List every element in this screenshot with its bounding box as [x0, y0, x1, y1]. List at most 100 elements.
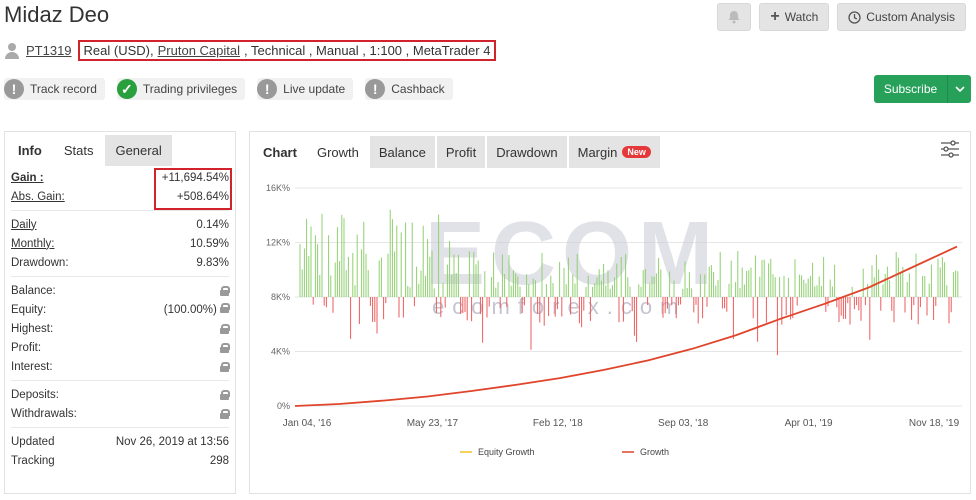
stat-label: Daily [11, 218, 37, 231]
stat-value: 0.14% [196, 218, 229, 231]
account-details: Real (USD), Pruton Capital , Technical ,… [77, 40, 497, 61]
stats-rows: Gain : +11,694.54% Abs. Gain: +508.64% D… [5, 168, 235, 470]
tab-drawdown[interactable]: Drawdown [487, 136, 567, 168]
exclamation-icon: ! [257, 79, 278, 99]
stat-daily: Daily 0.14% [11, 215, 229, 234]
exclamation-icon: ! [365, 79, 386, 99]
badge-label: Trading privileges [142, 82, 238, 96]
watermark-site: ecomforex.com [432, 294, 686, 319]
stat-balance: Balance: [11, 281, 230, 300]
stat-monthly: Monthly: 10.59% [11, 234, 229, 253]
chart-panel: Chart Growth Balance Profit Drawdown Mar… [249, 131, 971, 494]
check-icon: ✓ [116, 79, 137, 99]
stat-updated: Updated Nov 26, 2019 at 13:56 [11, 432, 229, 451]
watch-label: Watch [784, 10, 819, 24]
stat-withdrawals: Withdrawals: [11, 404, 230, 423]
stat-label: Equity: [11, 303, 47, 316]
broker-link[interactable]: Pruton Capital [158, 43, 240, 58]
stat-label: Abs. Gain: [11, 190, 65, 203]
badges: ! Track record ✓ Trading privileges ! Li… [4, 78, 453, 100]
custom-analysis-button[interactable]: Custom Analysis [837, 3, 966, 31]
stat-label: Updated [11, 435, 55, 448]
tab-profit[interactable]: Profit [436, 136, 486, 168]
stat-tracking: Tracking 298 [11, 451, 229, 470]
stat-label: Gain : [11, 171, 44, 184]
y-tick-label: 4K% [271, 347, 290, 357]
y-tick-label: 0% [277, 401, 290, 411]
tab-balance[interactable]: Balance [369, 136, 435, 168]
watch-button[interactable]: + Watch [759, 3, 830, 31]
bell-icon [728, 11, 740, 24]
stat-label: Highest: [11, 322, 54, 335]
stat-label: Deposits: [11, 388, 59, 401]
tab-general[interactable]: General [105, 135, 172, 166]
stat-label: Profit: [11, 341, 42, 354]
new-badge: New [622, 146, 651, 158]
x-tick-label: Nov 18, '19 [909, 418, 960, 429]
x-tick-label: Sep 03, '18 [658, 418, 709, 429]
legend-growth-label: Growth [640, 447, 669, 457]
account-details-text: , Technical , Manual , 1:100 , MetaTrade… [244, 43, 491, 58]
x-tick-label: Jan 04, '16 [283, 418, 332, 429]
stat-equity: Equity: (100.00%) [11, 300, 230, 319]
stat-profit: Profit: [11, 338, 230, 357]
gain-highlight [154, 168, 232, 210]
stat-label: Interest: [11, 360, 53, 373]
chevron-down-icon[interactable] [947, 75, 971, 103]
custom-analysis-label: Custom Analysis [866, 10, 955, 24]
y-tick-label: 8K% [271, 292, 290, 302]
tab-margin-label: Margin [577, 144, 618, 160]
badge-label: Live update [283, 82, 346, 96]
stat-value: Nov 26, 2019 at 13:56 [115, 435, 229, 448]
tab-margin[interactable]: Margin New [568, 136, 660, 168]
stat-drawdown: Drawdown: 9.83% [11, 253, 229, 272]
user-icon [4, 42, 20, 59]
user-id-link[interactable]: PT1319 [26, 43, 72, 58]
stat-label: Drawdown: [11, 256, 69, 269]
stats-tabs: Info Stats General [5, 132, 235, 166]
stat-label: Balance: [11, 284, 56, 297]
exclamation-icon: ! [4, 79, 24, 99]
badge-cashback[interactable]: ! Cashback [365, 78, 453, 100]
tab-info[interactable]: Info [8, 135, 52, 166]
top-actions: + Watch Custom Analysis [717, 3, 966, 31]
plus-icon: + [770, 8, 780, 25]
growth-chart: 0%4K%8K%12K%16K%ECOMecomforex.comJan 04,… [266, 183, 962, 457]
stat-interest: Interest: [11, 357, 230, 376]
x-tick-label: Apr 01, '19 [785, 418, 833, 429]
y-tick-label: 12K% [266, 238, 290, 248]
account-type: Real (USD), [83, 43, 154, 58]
tab-growth[interactable]: Growth [307, 136, 368, 168]
badge-track-record[interactable]: ! Track record [4, 78, 105, 100]
y-tick-label: 16K% [266, 183, 290, 193]
stat-label: Monthly: [11, 237, 55, 250]
stats-panel: Info Stats General Gain : +11,694.54% Ab… [4, 131, 236, 494]
stat-label: Withdrawals: [11, 407, 77, 420]
badge-label: Cashback [391, 82, 445, 96]
tab-chart[interactable]: Chart [254, 136, 306, 168]
subscribe-button[interactable]: Subscribe [874, 75, 971, 103]
lock-icon [220, 389, 230, 400]
chart-tabs: Chart Growth Balance Profit Drawdown Mar… [250, 132, 970, 168]
stat-value: 9.83% [196, 256, 229, 269]
badge-trading-privileges[interactable]: ✓ Trading privileges [116, 78, 246, 100]
subscribe-label: Subscribe [883, 82, 938, 96]
lock-icon [220, 303, 230, 313]
page-title: Midaz Deo [4, 2, 110, 27]
settings-sliders-icon[interactable] [940, 140, 960, 158]
stat-deposits: Deposits: [11, 385, 230, 404]
legend-equity-label: Equity Growth [478, 447, 535, 457]
notify-button[interactable] [717, 3, 752, 31]
tab-stats[interactable]: Stats [53, 135, 104, 166]
stat-value: 10.59% [189, 237, 229, 250]
stat-label: Tracking [11, 454, 55, 467]
x-tick-label: May 23, '17 [407, 418, 459, 429]
badge-live-update[interactable]: ! Live update [257, 78, 354, 100]
clock-icon [848, 10, 861, 24]
lock-icon [220, 361, 230, 372]
badge-label: Track record [30, 82, 97, 96]
lock-icon [220, 342, 230, 353]
x-tick-label: Feb 12, '18 [533, 418, 583, 429]
lock-icon [220, 408, 230, 419]
stat-highest: Highest: [11, 319, 230, 338]
